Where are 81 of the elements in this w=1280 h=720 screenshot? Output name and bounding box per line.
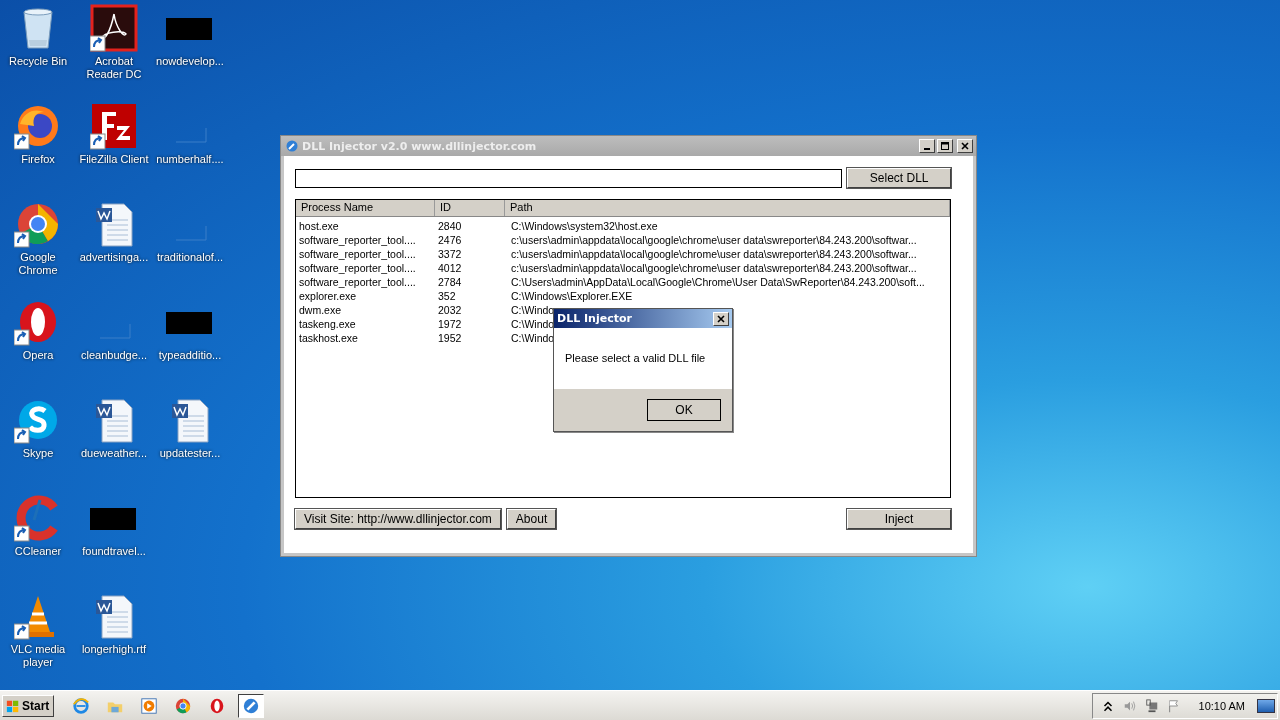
table-cell: explorer.exe [299,290,357,302]
icon-label: dueweather... [79,447,149,460]
about-button[interactable]: About [506,509,557,529]
icon-label: CCleaner [13,545,63,558]
table-cell: dwm.exe [299,304,341,316]
table-cell: C:\Users\admin\AppData\Local\Google\Chrome\User Data\SwReporter\84.243.200\soft... [511,276,925,288]
table-cell: 3372 [438,248,462,260]
app-icon [140,696,158,715]
table-cell: C:\Windows\Explorer.EXE [511,290,633,302]
column-header[interactable]: Process Name [296,200,435,216]
icon-label: foundtravel... [81,545,147,558]
icon-label: VLC media player [9,643,67,669]
inject-button[interactable]: Inject [847,509,951,529]
icon-label: Google Chrome [17,251,59,277]
icon-label: Firefox [20,153,56,166]
app-icon [242,696,260,715]
table-cell: software_reporter_tool.... [299,262,416,274]
table-cell: C:\Windo [511,318,555,330]
compass-icon [286,140,298,152]
ok-button[interactable]: OK [647,399,721,421]
table-cell: C:\Windows\system32\host.exe [511,220,658,232]
taskbar-app-button[interactable] [238,693,264,718]
icon-label: Acrobat Reader DC [85,55,143,81]
table-cell: host.exe [299,220,339,232]
desktop-icon[interactable] [90,102,138,150]
maximize-button[interactable] [937,139,953,153]
table-cell: 2476 [438,234,462,246]
table-cell: C:\Windo [511,332,555,344]
icon-label: numberhalf.... [155,153,225,166]
table-cell: 4012 [438,262,462,274]
icon-label: longerhigh.rtf [80,643,148,656]
table-cell: c:\users\admin\appdata\local\google\chrome\user data\swreporter\84.243.200\softwar... [511,248,917,260]
table-cell: C:\Windo [511,304,555,316]
icon-label: FileZilla Client [78,153,150,166]
icon-label: nowdevelop... [155,55,225,68]
dll-path-field[interactable] [295,168,843,188]
network-icon[interactable] [1144,698,1159,713]
visit-site-button[interactable]: Visit Site: http://www.dllinjector.com [295,509,501,529]
minimize-button[interactable] [919,139,935,153]
table-cell: 2032 [438,304,462,316]
start-button[interactable]: Start [2,694,54,717]
table-cell: taskhost.exe [299,332,358,344]
app-icon [174,696,192,715]
close-button[interactable] [957,139,973,153]
table-cell: software_reporter_tool.... [299,234,416,246]
table-cell: 352 [438,290,456,302]
desktop-icon[interactable] [90,4,138,52]
icon-label: Opera [21,349,55,362]
table-cell: c:\users\admin\appdata\local\google\chrome\user data\swreporter\84.243.200\softwar... [511,234,917,246]
clock[interactable]: 10:10 AM [1198,699,1245,712]
windows-logo-icon [6,698,20,713]
flag-icon[interactable] [1166,698,1181,713]
close-icon [960,141,970,151]
icon-label: Recycle Bin [7,55,69,68]
app-icon [72,696,90,715]
table-cell: 2840 [438,220,462,232]
table-cell: taskeng.exe [299,318,356,330]
dialog-message: Please select a valid DLL file [565,352,706,364]
show-desktop-button[interactable] [1257,698,1275,713]
table-cell: software_reporter_tool.... [299,248,416,260]
icon-label: Skype [21,447,55,460]
table-cell: c:\users\admin\appdata\local\google\chrome\user data\swreporter\84.243.200\softwar... [511,262,917,274]
select-dll-button[interactable]: Select DLL [847,168,951,188]
app-icon [208,696,226,715]
icon-label: cleanbudge... [79,349,149,362]
column-header[interactable]: Path [505,200,950,216]
column-header[interactable]: ID [435,200,505,216]
minimize-icon [924,148,930,150]
close-icon [716,313,726,324]
table-cell: 1972 [438,318,462,330]
maximize-icon [940,141,950,151]
dialog-title: DLL Injector [557,312,633,325]
table-cell: software_reporter_tool.... [299,276,416,288]
icon-label: advertisinga... [78,251,150,264]
close-button[interactable] [713,311,729,326]
window-title: DLL Injector v2.0 www.dllinjector.com [302,139,538,153]
icon-label: typeadditio... [157,349,223,362]
table-cell: 2784 [438,276,462,288]
icon-label: traditionalof... [155,251,224,264]
table-cell: 1952 [438,332,462,344]
icon-label: updatester... [158,447,222,460]
